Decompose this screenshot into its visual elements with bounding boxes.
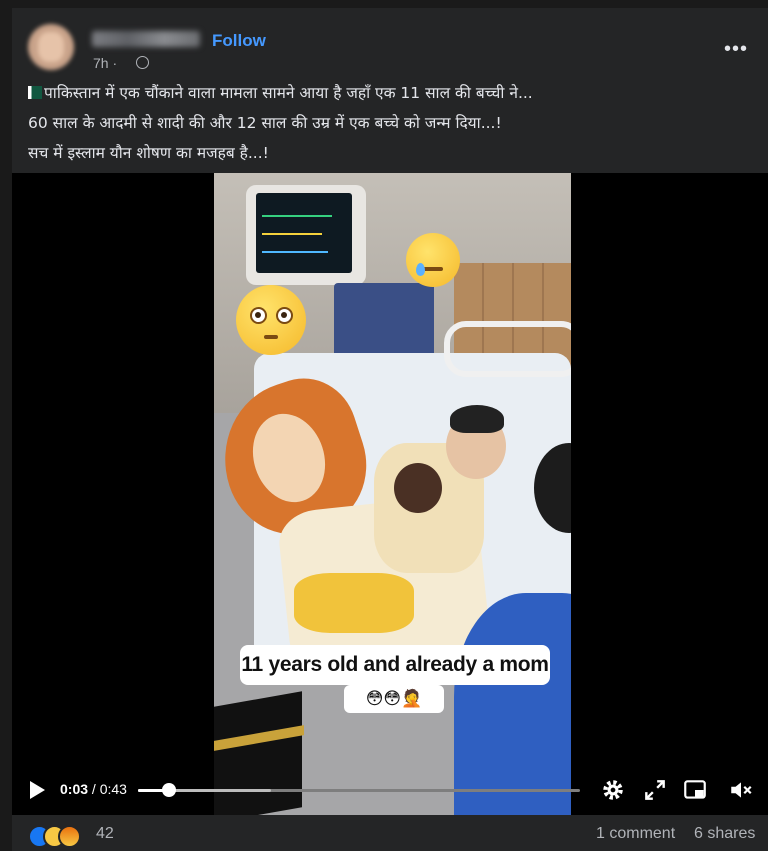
post-footer: 42 1 comment 6 shares <box>12 815 768 851</box>
angry-icon <box>58 825 81 848</box>
crying-face-emoji-icon <box>406 233 460 287</box>
video-caption-emojis: 😳😳🤦 <box>344 685 444 713</box>
pakistan-flag-icon <box>28 86 42 99</box>
shares-link[interactable]: 6 shares <box>694 825 755 843</box>
monitor-wave-yellow <box>262 233 322 235</box>
play-icon[interactable] <box>30 781 45 799</box>
post-card: Follow 7h · ••• पाकिस्तान में एक चौंकाने… <box>12 8 768 851</box>
post-timestamp[interactable]: 7h · <box>93 55 117 71</box>
monitor-wave-green <box>262 215 332 217</box>
emoji-right-eye <box>276 307 293 324</box>
settings-icon[interactable] <box>600 777 626 803</box>
video-player[interactable]: 11 years old and already a mom 😳😳🤦 0:03 … <box>12 173 768 815</box>
video-scrubber[interactable] <box>138 789 580 792</box>
video-girl-hair <box>450 405 504 433</box>
video-scrubber-handle[interactable] <box>161 783 176 797</box>
video-baby <box>394 463 442 513</box>
author-name-blurred[interactable] <box>92 31 200 47</box>
reaction-count[interactable]: 42 <box>96 825 114 843</box>
mute-icon[interactable] <box>728 777 754 803</box>
avatar[interactable] <box>28 24 74 70</box>
video-frame[interactable]: 11 years old and already a mom 😳😳🤦 <box>214 173 571 815</box>
emoji-left-eye <box>250 307 267 324</box>
picture-in-picture-icon[interactable] <box>682 777 708 803</box>
video-monitor-screen <box>256 193 352 273</box>
reactions-summary[interactable] <box>28 825 98 848</box>
video-controls: 0:03 / 0:43 <box>12 767 768 815</box>
post-text-line-1: पाकिस्तान में एक चौंकाने वाला मामला सामन… <box>28 78 752 108</box>
video-current-time: 0:03 <box>60 781 89 797</box>
post-text-line-3: सच में इस्लाम यौन शोषण का मजहब है...! <box>28 144 269 162</box>
video-bed-rail <box>444 321 571 377</box>
monitor-wave-blue <box>262 251 328 253</box>
emoji-mouth <box>423 267 443 271</box>
globe-icon <box>136 56 149 69</box>
emoji-mouth <box>264 335 278 339</box>
video-caption: 11 years old and already a mom <box>240 645 550 685</box>
flushed-face-emoji-icon <box>236 285 306 355</box>
video-yellow-blanket <box>294 573 414 633</box>
post-header: Follow 7h · ••• <box>26 18 754 71</box>
emoji-tear <box>416 263 425 276</box>
fullscreen-icon[interactable] <box>642 777 668 803</box>
post-text: पाकिस्तान में एक चौंकाने वाला मामला सामन… <box>28 78 752 168</box>
video-duration: / 0:43 <box>91 781 127 797</box>
follow-button[interactable]: Follow <box>212 31 266 51</box>
video-time: 0:03 / 0:43 <box>60 781 127 797</box>
more-options-button[interactable]: ••• <box>724 38 748 61</box>
post-text-line-2: 60 साल के आदमी से शादी की और 12 साल की उ… <box>28 114 502 132</box>
video-medical-monitor <box>246 185 366 285</box>
comments-link[interactable]: 1 comment <box>596 825 675 843</box>
